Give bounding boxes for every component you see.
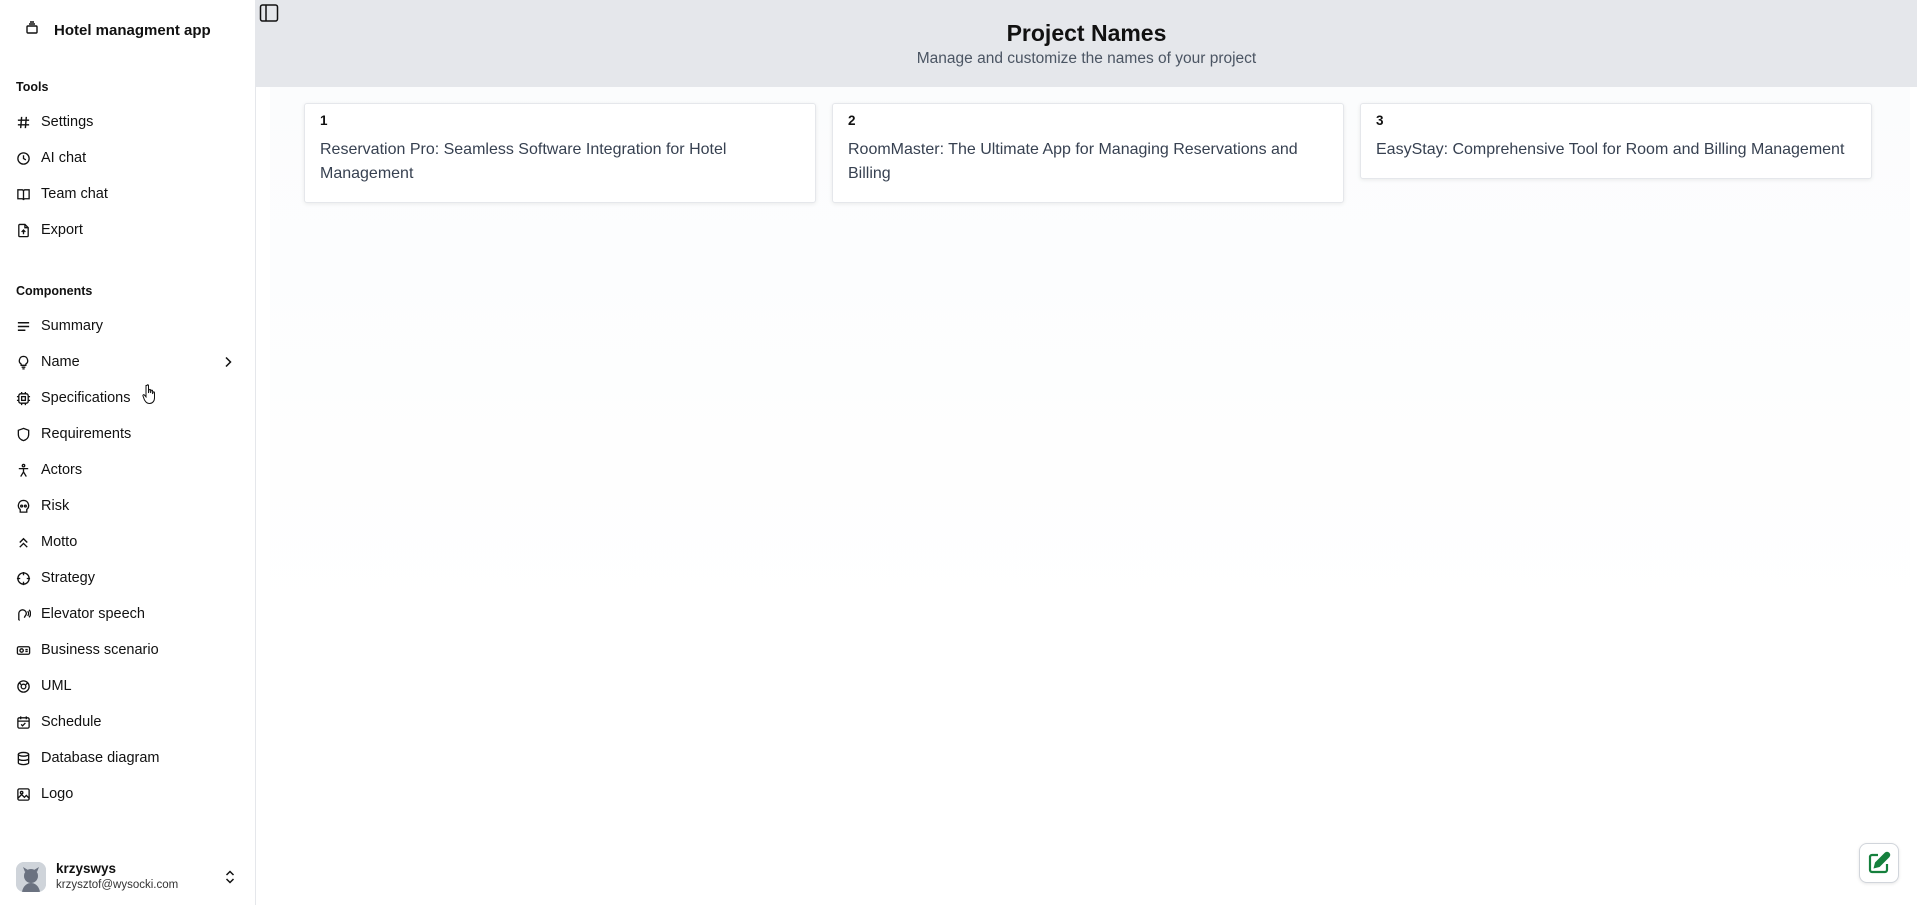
- user-menu[interactable]: krzyswys krzysztof@wysocki.com: [0, 849, 255, 905]
- card-number: 2: [848, 113, 856, 128]
- project-names-list: 1 Reservation Pro: Seamless Software Int…: [304, 103, 1872, 203]
- sidebar-item-requirements[interactable]: Requirements: [0, 416, 255, 452]
- components-section-title: Components: [16, 284, 93, 298]
- sidebar-item-settings[interactable]: Settings: [0, 104, 255, 140]
- sidebar-item-label: Business scenario: [41, 642, 159, 658]
- calendar-icon: [17, 715, 30, 729]
- sidebar-item-label: Export: [41, 222, 83, 238]
- app-brand[interactable]: Hotel managment app: [0, 0, 255, 60]
- tools-section-title: Tools: [16, 80, 49, 94]
- page-header: Project Names Manage and customize the n…: [256, 0, 1917, 87]
- sidebar-item-label: Motto: [41, 534, 78, 550]
- sidebar-item-export[interactable]: Export: [0, 212, 255, 248]
- file-export-icon: [18, 223, 29, 237]
- page-subtitle: Manage and customize the names of your p…: [916, 50, 1257, 67]
- skull-icon: [17, 499, 30, 513]
- sidebar-item-label: AI chat: [41, 150, 87, 166]
- sidebar-item-label: Strategy: [41, 570, 95, 586]
- image-icon: [17, 787, 30, 801]
- card-number: 3: [1376, 113, 1384, 128]
- card-text: Reservation Pro: Seamless Software Integ…: [320, 141, 727, 182]
- sidebar: Hotel managment app Tools Settings AI ch…: [0, 0, 256, 905]
- sidebar-item-label: Elevator speech: [41, 606, 145, 622]
- database-icon: [17, 751, 30, 765]
- sidebar-item-label: UML: [41, 678, 72, 694]
- sidebar-item-summary[interactable]: Summary: [0, 308, 255, 344]
- app-root: Hotel managment app Tools Settings AI ch…: [0, 0, 1917, 905]
- sidebar-item-specifications[interactable]: Specifications: [0, 380, 255, 416]
- sidebar-item-actors[interactable]: Actors: [0, 452, 255, 488]
- lightbulb-icon: [18, 355, 29, 370]
- sidebar-item-strategy[interactable]: Strategy: [0, 560, 255, 596]
- projector-icon: [16, 645, 31, 655]
- chevron-right-icon: [225, 356, 232, 368]
- lines-icon: [17, 321, 30, 331]
- sidebar-item-risk[interactable]: Risk: [0, 488, 255, 524]
- sidebar-item-ai-chat[interactable]: AI chat: [0, 140, 255, 176]
- project-name-card-3[interactable]: 3 EasyStay: Comprehensive Tool for Room …: [1360, 103, 1872, 179]
- sidebar-item-uml[interactable]: UML: [0, 668, 255, 704]
- speech-icon: [18, 608, 31, 621]
- app-title: Hotel managment app: [54, 21, 211, 39]
- sidebar-item-label: Team chat: [41, 186, 108, 202]
- chip-icon: [16, 391, 31, 405]
- sidebar-item-team-chat[interactable]: Team chat: [0, 176, 255, 212]
- sidebar-item-motto[interactable]: Motto: [0, 524, 255, 560]
- sidebar-panel-icon: [259, 4, 279, 22]
- sidebar-item-name[interactable]: Name: [0, 344, 255, 380]
- card-text: EasyStay: Comprehensive Tool for Room an…: [1376, 141, 1845, 158]
- sidebar-item-schedule[interactable]: Schedule: [0, 704, 255, 740]
- main-content: Project Names Manage and customize the n…: [256, 0, 1917, 905]
- book-icon: [17, 188, 30, 200]
- chevron-up-down-icon[interactable]: [223, 869, 237, 885]
- sidebar-item-label: Schedule: [41, 714, 102, 730]
- sidebar-item-label: Specifications: [41, 390, 131, 406]
- page-title: Project Names: [1006, 20, 1167, 46]
- sidebar-toggle-button[interactable]: [258, 2, 280, 24]
- avatar: [16, 862, 46, 892]
- stack-icon: [24, 20, 40, 40]
- sidebar-item-logo[interactable]: Logo: [0, 776, 255, 812]
- sidebar-item-label: Database diagram: [41, 750, 160, 766]
- clock-icon: [17, 151, 30, 165]
- sidebar-item-label: Requirements: [41, 426, 132, 442]
- sidebar-item-label: Actors: [41, 462, 83, 478]
- sidebar-item-label: Risk: [41, 498, 70, 514]
- sidebar-item-label: Settings: [41, 114, 94, 130]
- edit-icon: [1868, 851, 1891, 874]
- sidebar-item-label: Name: [41, 354, 80, 370]
- person-icon: [18, 463, 29, 477]
- sidebar-item-business-scenario[interactable]: Business scenario: [0, 632, 255, 668]
- user-name: krzyswys: [56, 861, 117, 876]
- project-name-card-2[interactable]: 2 RoomMaster: The Ultimate App for Manag…: [832, 103, 1344, 203]
- double-chevron-up-icon: [19, 537, 28, 548]
- shield-icon: [17, 427, 30, 441]
- sidebar-item-database-diagram[interactable]: Database diagram: [0, 740, 255, 776]
- crosshair-icon: [16, 571, 31, 585]
- hash-icon: [17, 116, 30, 128]
- sidebar-item-label: Summary: [41, 318, 104, 334]
- user-email: krzysztof@wysocki.com: [56, 879, 179, 891]
- project-name-card-1[interactable]: 1 Reservation Pro: Seamless Software Int…: [304, 103, 816, 203]
- sidebar-item-elevator-speech[interactable]: Elevator speech: [0, 596, 255, 632]
- uml-icon: [17, 679, 30, 693]
- edit-button[interactable]: [1859, 843, 1899, 883]
- sidebar-item-label: Logo: [41, 786, 74, 802]
- card-text: RoomMaster: The Ultimate App for Managin…: [848, 141, 1298, 182]
- card-number: 1: [320, 113, 328, 128]
